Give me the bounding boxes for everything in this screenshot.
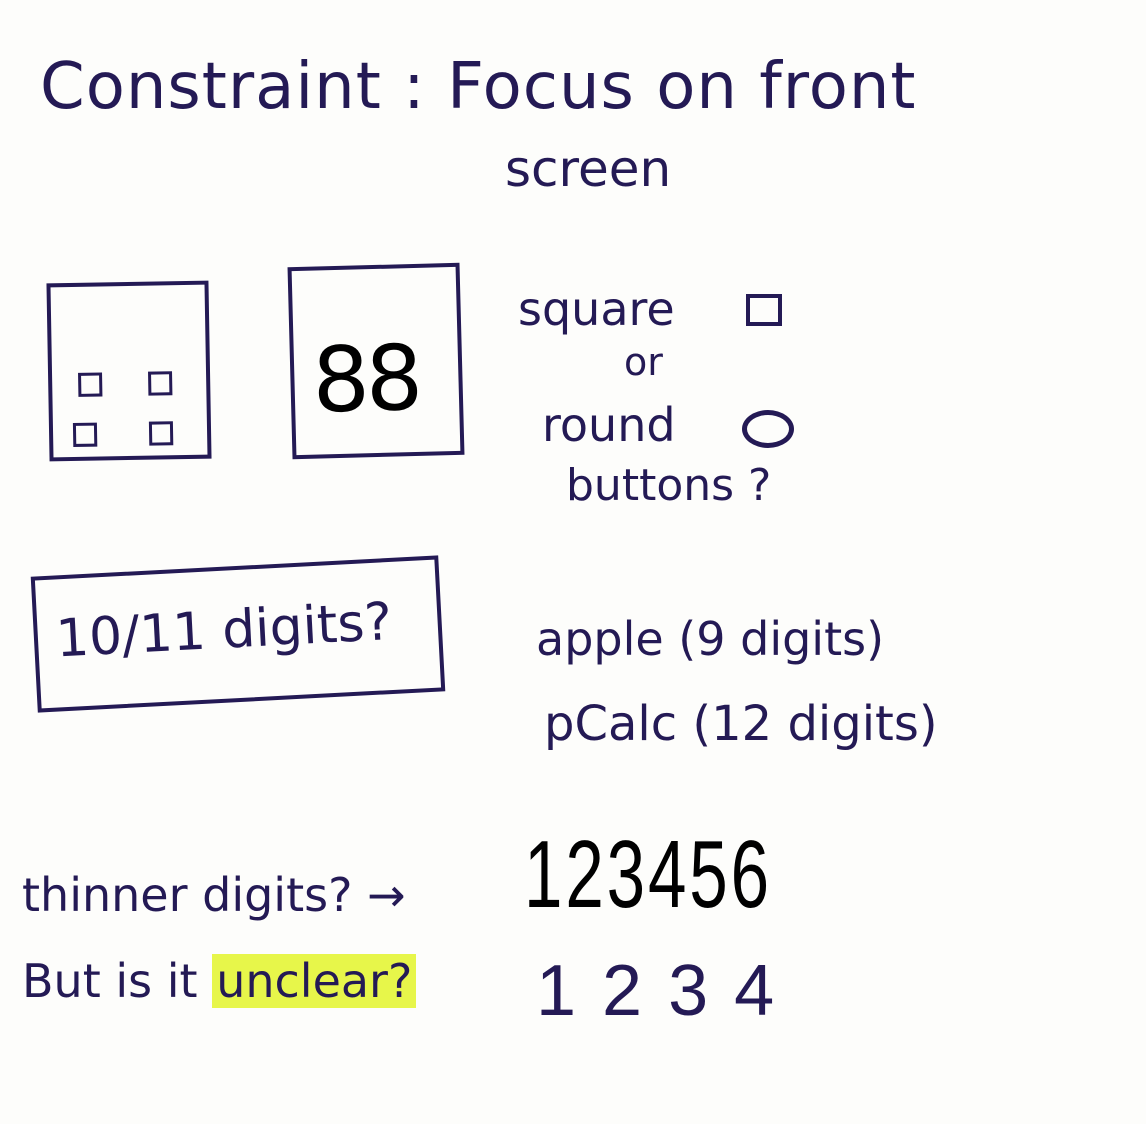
normal-digits-sample: 1234 — [536, 951, 801, 1031]
digits-display-box: 10/11 digits? — [30, 555, 446, 713]
title-line-2: screen — [505, 140, 672, 198]
unclear-note: But is it unclear? — [22, 954, 417, 1008]
title-line-1: Constraint : Focus on front — [40, 50, 917, 124]
question-line-3: round — [542, 398, 676, 452]
square-button-sketch — [148, 421, 174, 446]
pcalc-note: pCalc (12 digits) — [544, 696, 938, 752]
square-button-sketch — [148, 371, 173, 396]
question-line-1: square — [518, 282, 675, 336]
question-line-2: or — [624, 340, 663, 384]
unclear-highlight: unclear? — [212, 954, 417, 1008]
question-line-4: buttons ? — [566, 460, 772, 511]
thinner-digits-note: thinner digits? → — [22, 868, 406, 922]
circle-icon — [742, 410, 794, 448]
square-button-sketch — [78, 372, 103, 397]
mockup-digits: 88 — [311, 325, 421, 434]
mockup-square-buttons — [46, 280, 212, 462]
unclear-prefix: But is it — [22, 954, 213, 1008]
sketch-page: Constraint : Focus on front screen 88 sq… — [0, 0, 1146, 1124]
square-button-sketch — [72, 422, 98, 447]
apple-note: apple (9 digits) — [536, 612, 885, 666]
digits-box-text: 10/11 digits? — [54, 591, 394, 670]
thinner-digits-sample: 123456 — [524, 821, 772, 928]
square-icon — [746, 294, 782, 326]
mockup-round-buttons: 88 — [287, 262, 465, 460]
